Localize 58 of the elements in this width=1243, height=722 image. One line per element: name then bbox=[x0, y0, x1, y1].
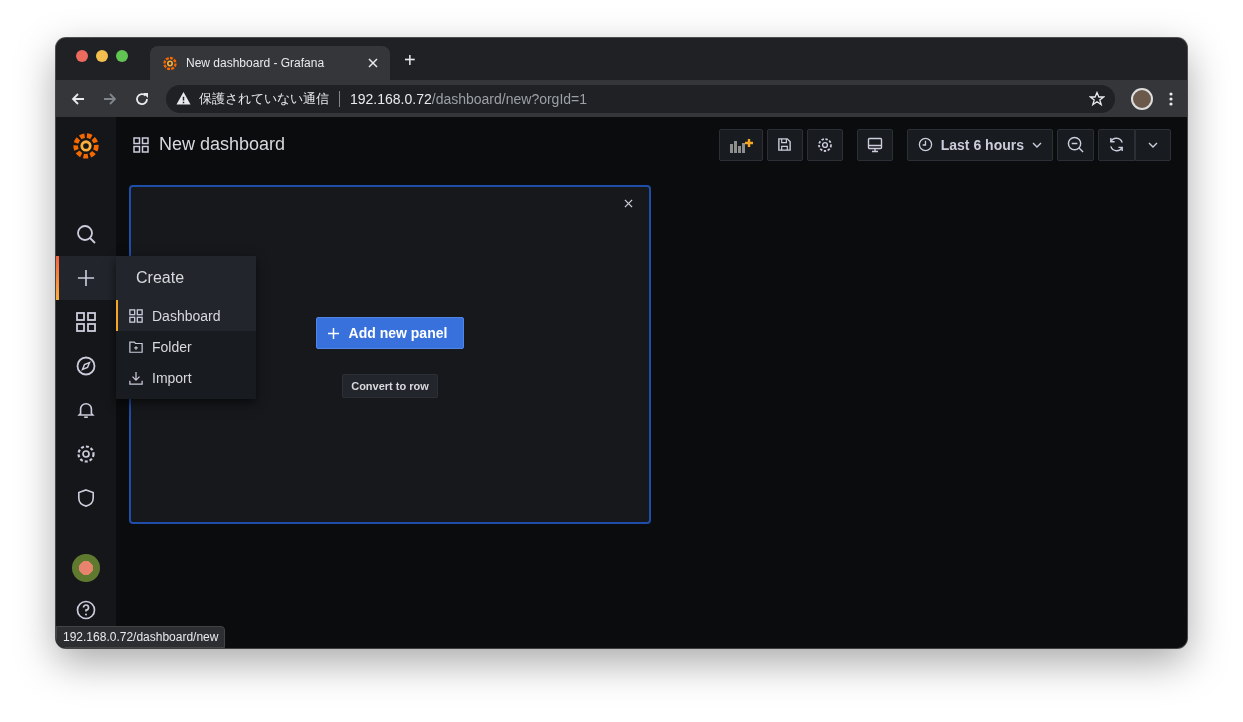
settings-icon bbox=[816, 136, 833, 153]
settings-button[interactable] bbox=[806, 128, 843, 161]
zoom-light-icon[interactable] bbox=[116, 50, 128, 62]
grid-icon bbox=[133, 136, 149, 153]
refresh-button[interactable] bbox=[1098, 128, 1135, 161]
monitor-icon bbox=[866, 136, 883, 153]
folder-plus-icon bbox=[129, 339, 143, 354]
reload-icon[interactable] bbox=[134, 90, 150, 107]
plus-icon bbox=[77, 269, 95, 287]
zoom-out-button[interactable] bbox=[1057, 128, 1094, 161]
caret-icon bbox=[1032, 141, 1042, 148]
status-url-tooltip: 192.168.0.72/dashboard/new bbox=[56, 626, 226, 648]
close-icon[interactable] bbox=[624, 199, 633, 208]
help-icon bbox=[76, 600, 96, 620]
convert-to-row-button[interactable]: Convert to row bbox=[342, 374, 438, 398]
close-icon[interactable] bbox=[368, 58, 378, 68]
warning-icon bbox=[176, 91, 191, 106]
more-icon[interactable] bbox=[1169, 90, 1173, 107]
menu-item[interactable]: Import bbox=[116, 362, 256, 393]
plus-icon bbox=[327, 327, 339, 339]
time-range-picker[interactable]: Last 6 hours bbox=[906, 128, 1053, 161]
dashboard-title[interactable]: New dashboard bbox=[159, 134, 286, 155]
caret-icon bbox=[1148, 141, 1158, 148]
save-button[interactable] bbox=[766, 128, 803, 161]
add-new-panel-button[interactable]: Add new panel bbox=[315, 317, 465, 349]
menu-item[interactable]: Folder bbox=[116, 331, 256, 362]
download-icon bbox=[129, 370, 143, 385]
forward-icon[interactable] bbox=[102, 90, 118, 107]
settings-icon bbox=[76, 444, 96, 464]
menu-item[interactable]: Dashboard bbox=[116, 300, 256, 331]
grid-icon bbox=[129, 308, 143, 323]
compass-icon bbox=[76, 356, 96, 376]
browser-tab[interactable]: New dashboard - Grafana bbox=[150, 46, 390, 80]
address-bar[interactable]: 保護されていない通信 192.168.0.72/dashboard/new?orgId=1 bbox=[166, 84, 1115, 113]
star-icon[interactable] bbox=[1089, 90, 1105, 107]
tv-mode-button[interactable] bbox=[856, 128, 893, 161]
menu-title: Create bbox=[116, 256, 256, 300]
add-panel-button[interactable] bbox=[718, 128, 763, 161]
tab-title: New dashboard - Grafana bbox=[186, 56, 326, 70]
grid-icon bbox=[76, 312, 96, 332]
url-text: 192.168.0.72/dashboard/new?orgId=1 bbox=[350, 90, 588, 107]
refresh-icon bbox=[1108, 136, 1125, 153]
zoom-out-icon bbox=[1067, 136, 1084, 153]
avatar-icon bbox=[72, 554, 100, 582]
profile-avatar[interactable] bbox=[1131, 87, 1153, 110]
clock-icon bbox=[917, 137, 933, 152]
bell-icon bbox=[77, 400, 95, 420]
close-light-icon[interactable] bbox=[76, 50, 88, 62]
shield-icon bbox=[77, 488, 95, 508]
bar-chart-plus-icon bbox=[728, 136, 753, 153]
save-icon bbox=[777, 137, 793, 152]
new-tab-button[interactable]: + bbox=[404, 50, 416, 70]
security-label: 保護されていない通信 bbox=[199, 89, 329, 108]
logo-icon bbox=[162, 55, 178, 71]
sidebar-item[interactable] bbox=[56, 256, 116, 300]
minimize-light-icon[interactable] bbox=[96, 50, 108, 62]
back-icon[interactable] bbox=[70, 90, 86, 107]
search-icon bbox=[76, 224, 96, 244]
